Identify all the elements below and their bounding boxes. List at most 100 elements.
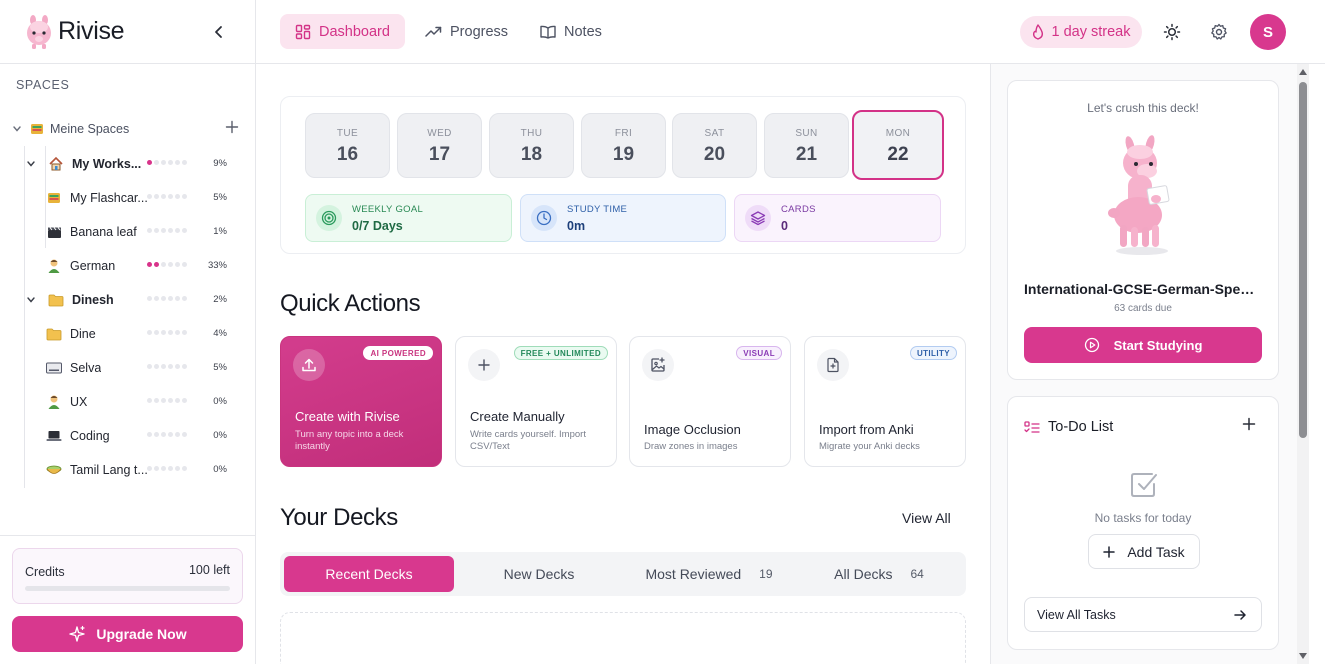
stat-value: 0m: [567, 218, 586, 233]
streak-badge[interactable]: 1 day streak: [1020, 16, 1142, 48]
sun-icon: [1163, 23, 1181, 41]
upgrade-label: Upgrade Now: [96, 626, 187, 642]
spaces-tree: Meine Spaces My Works... 9% My Flashcar.…: [0, 112, 255, 488]
space-item[interactable]: UX 0%: [45, 385, 255, 419]
space-item-percent: 5%: [213, 192, 227, 203]
tab-all-decks[interactable]: All Decks 64: [794, 556, 964, 592]
day-cell[interactable]: TUE 16: [305, 113, 390, 178]
person-icon: [48, 259, 60, 273]
card-box-icon: [31, 124, 43, 134]
space-item-label: Dine: [70, 327, 96, 341]
spaces-root[interactable]: Meine Spaces: [0, 112, 255, 146]
scrollbar-thumb[interactable]: [1299, 82, 1307, 438]
day-number: 18: [520, 144, 543, 165]
day-number: 16: [336, 144, 359, 165]
progress-dots: [147, 432, 187, 437]
space-item-percent: 5%: [213, 362, 227, 373]
quick-action-desc: Draw zones in images: [644, 441, 738, 452]
add-task-button[interactable]: Add Task: [1088, 534, 1200, 569]
space-item[interactable]: My Flashcar... 5%: [45, 181, 255, 215]
scroll-up-icon[interactable]: [1299, 68, 1307, 76]
space-item[interactable]: Selva 5%: [45, 351, 255, 385]
right-panel: Let's crush this deck! International-GCS…: [991, 64, 1297, 664]
todo-title: To-Do List: [1048, 419, 1114, 435]
day-cell[interactable]: SUN 21: [764, 113, 849, 178]
stat-key: CARDS: [781, 203, 816, 215]
flame-icon: [1032, 24, 1043, 40]
app-name: Rivise: [58, 17, 125, 45]
sparkles-icon: [69, 625, 86, 642]
add-task-label: Add Task: [1127, 543, 1185, 560]
space-item[interactable]: My Works... 9%: [24, 147, 255, 181]
theme-toggle-button[interactable]: [1162, 22, 1182, 42]
tab-progress[interactable]: Progress: [410, 14, 523, 49]
image-occlusion-card[interactable]: VISUAL Image Occlusion Draw zones in ima…: [629, 336, 791, 467]
page-scrollbar[interactable]: [1297, 64, 1309, 664]
credits-panel: Credits 100 left: [12, 548, 243, 604]
tab-dashboard[interactable]: Dashboard: [280, 14, 405, 49]
space-item[interactable]: German 33%: [45, 249, 255, 283]
space-item[interactable]: Dinesh 2%: [24, 283, 255, 317]
start-studying-label: Start Studying: [1113, 337, 1203, 353]
progress-dots: [147, 466, 187, 471]
file-import-icon: [827, 357, 839, 373]
dashboard-main: TUE 16 WED 17 THU 18 FRI 19 SAT 20 SUN 21 MON 2…: [256, 64, 991, 664]
view-all-decks-link[interactable]: View All: [902, 510, 951, 526]
view-all-tasks-button[interactable]: View All Tasks: [1024, 597, 1262, 632]
space-item-percent: 1%: [213, 226, 227, 237]
space-item-label: German: [70, 259, 116, 273]
quick-action-title: Import from Anki: [819, 422, 914, 437]
quick-actions-title: Quick Actions: [280, 290, 421, 317]
tab-recent-decks[interactable]: Recent Decks: [284, 556, 454, 592]
cards-due: 63 cards due: [1114, 303, 1172, 314]
import-from-anki-card[interactable]: UTILITY Import from Anki Migrate your An…: [804, 336, 966, 467]
deck-tabs: Recent Decks New Decks Most Reviewed 19 A…: [280, 552, 966, 596]
chevron-down-icon: [13, 126, 21, 132]
deck-name: International-GCSE-German-Specifi...: [1024, 281, 1262, 297]
day-cell[interactable]: SAT 20: [672, 113, 757, 178]
upgrade-button[interactable]: Upgrade Now: [12, 616, 243, 652]
space-item[interactable]: Banana leaf 1%: [45, 215, 255, 249]
day-cell[interactable]: FRI 19: [581, 113, 666, 178]
space-item[interactable]: Tamil Lang t... 0%: [45, 453, 255, 487]
create-manually-card[interactable]: FREE + UNLIMITED Create Manually Write c…: [455, 336, 617, 467]
bowl-icon: [46, 465, 62, 474]
progress-dots: [147, 330, 187, 335]
tab-notes[interactable]: Notes: [525, 14, 617, 49]
layers-icon: [750, 211, 766, 226]
space-item-label: Tamil Lang t...: [70, 463, 148, 477]
spaces-root-label: Meine Spaces: [50, 122, 130, 136]
ai-powered-badge: AI POWERED: [363, 346, 433, 360]
add-todo-icon[interactable]: [1242, 417, 1256, 431]
credits-progress-bar: [25, 586, 230, 591]
llama-mascot-icon: [1108, 135, 1170, 255]
tree-guide-line: [24, 146, 25, 488]
settings-button[interactable]: [1209, 22, 1229, 42]
day-name: TUE: [336, 128, 359, 139]
add-space-icon[interactable]: [225, 120, 239, 134]
create-with-rivise-card[interactable]: AI POWERED Create with Rivise Turn any t…: [280, 336, 442, 467]
quick-action-desc: Migrate your Anki decks: [819, 441, 920, 452]
collapse-sidebar-button[interactable]: [209, 22, 229, 42]
user-avatar[interactable]: S: [1250, 14, 1286, 50]
day-cell[interactable]: WED 17: [397, 113, 482, 178]
space-item-percent: 9%: [213, 158, 227, 169]
space-item-percent: 0%: [213, 464, 227, 475]
scroll-down-icon[interactable]: [1299, 652, 1307, 660]
space-item[interactable]: Coding 0%: [45, 419, 255, 453]
chevron-left-icon: [215, 26, 222, 38]
list-todo-icon: [1024, 421, 1040, 433]
day-cell[interactable]: THU 18: [489, 113, 574, 178]
visual-badge: VISUAL: [736, 346, 782, 360]
view-all-tasks-label: View All Tasks: [1037, 607, 1116, 622]
tab-new-decks[interactable]: New Decks: [454, 556, 624, 592]
space-item[interactable]: Dine 4%: [45, 317, 255, 351]
play-circle-icon: [1084, 337, 1099, 353]
credits-label: Credits: [25, 565, 65, 579]
day-cell-today[interactable]: MON 22: [852, 110, 944, 180]
day-name: FRI: [614, 128, 633, 139]
start-studying-button[interactable]: Start Studying: [1024, 327, 1262, 363]
tab-most-reviewed[interactable]: Most Reviewed 19: [624, 556, 794, 592]
day-number: 22: [887, 144, 909, 165]
card-box-icon: [48, 193, 60, 203]
